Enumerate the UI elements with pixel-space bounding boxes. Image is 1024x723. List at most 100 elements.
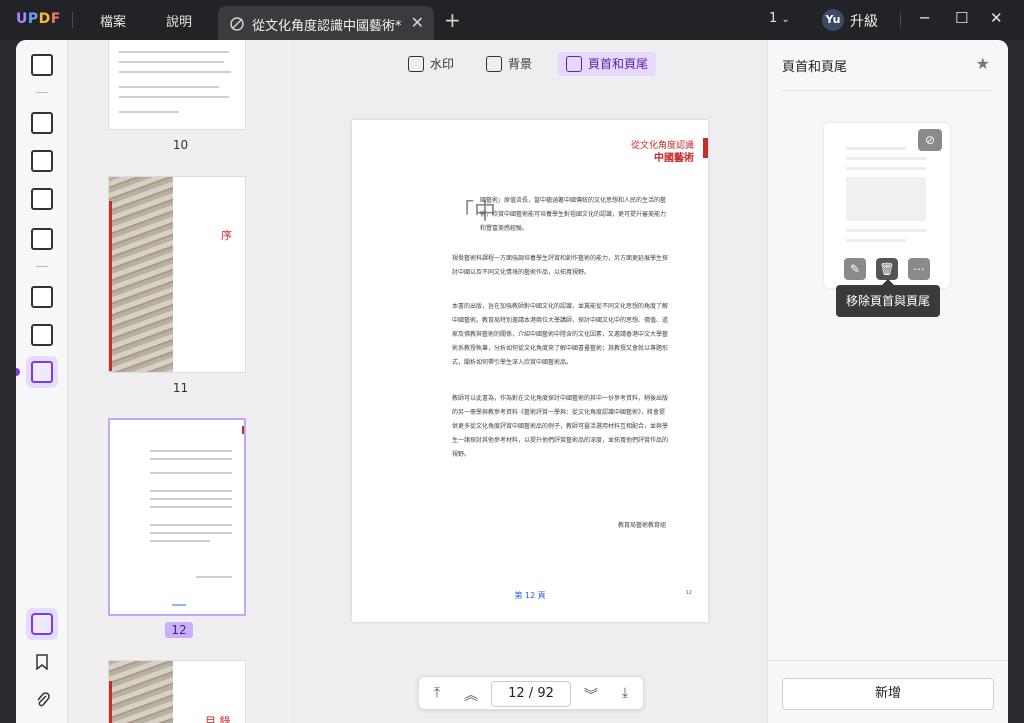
- upgrade-button[interactable]: 升級: [850, 11, 878, 31]
- chevron-down-icon: ⌄: [781, 14, 790, 25]
- thumb-text-line: [150, 458, 232, 460]
- document-viewer[interactable]: 水印 背景 頁首和頁尾 從文化角度認識 中國藝術 「中 國藝術」原值流長，當中蘊…: [294, 40, 766, 723]
- paragraph-4: 教師可以此書為，作為對在文化角度探討中國藝術的其中一份參考資料，稍後出版的另一冊…: [452, 395, 668, 458]
- thumb-page-number: [172, 604, 186, 606]
- previous-page-icon[interactable]: ︽: [461, 685, 481, 705]
- highlight-icon[interactable]: [31, 112, 53, 134]
- maximize-icon[interactable]: ☐: [955, 9, 968, 27]
- page-footer-small-number: 12: [685, 590, 692, 596]
- more-icon[interactable]: ⋯: [908, 258, 930, 280]
- thumb-text-line: [150, 540, 210, 542]
- reader-icon[interactable]: [31, 188, 53, 210]
- thumbnail-page-10[interactable]: [108, 40, 246, 130]
- thumb-text-line: [119, 71, 231, 73]
- thumb-text-line: [150, 450, 232, 452]
- thumb-text-line: [119, 51, 229, 53]
- thumb-text-line: [119, 96, 229, 98]
- first-page-icon[interactable]: ⤒: [427, 685, 447, 701]
- current-page: 12: [508, 686, 525, 701]
- header-footer-panel: 頁首和頁尾 ★ ⊘ ✎ 🗑 ⋯ 移除頁首與頁尾 新增: [767, 40, 1008, 723]
- paragraph-1: 國藝術」原值流長，當中蘊涵著中國傳統的文化思想和人民的生活的藝術，欣賞中國藝術能…: [480, 197, 667, 232]
- logo-d: D: [38, 11, 51, 27]
- tool-separator: [36, 266, 48, 267]
- new-tab-icon[interactable]: +: [444, 8, 461, 32]
- last-page-icon[interactable]: ⤓: [615, 685, 635, 701]
- tab-title: 從文化角度認識中國藝術*: [252, 19, 402, 34]
- trash-icon[interactable]: 🗑: [874, 256, 900, 282]
- form-icon[interactable]: [31, 228, 53, 250]
- organize-icon[interactable]: [31, 286, 53, 308]
- thumbnail-page-11[interactable]: 序: [108, 176, 246, 373]
- card-line: [846, 167, 926, 170]
- page-header-bar: [703, 138, 708, 158]
- document-tab[interactable]: 從文化角度認識中國藝術* ✕: [218, 6, 434, 40]
- watermark-tool-icon[interactable]: [31, 361, 53, 383]
- thumb-text-line: [150, 472, 232, 474]
- thumb-text-line: [119, 86, 219, 88]
- next-page-icon[interactable]: ︾: [581, 685, 601, 705]
- thumb-text-line: [119, 61, 224, 63]
- paragraph-2: 視覺藝術科課程一方面強調培養學生評賞和創作藝術的能力，另方面更延展學生探討中國以…: [452, 255, 668, 276]
- thumbnail-label-selected: 12: [165, 622, 193, 638]
- title-separator: [72, 12, 73, 28]
- panel-bottom-divider: [768, 660, 1008, 661]
- watermark-label: 水印: [430, 57, 455, 71]
- thumbnail-page-12[interactable]: [108, 418, 246, 616]
- add-button[interactable]: 新增: [782, 678, 994, 710]
- hide-icon[interactable]: ⊘: [918, 129, 942, 151]
- paragraph-3: 本書的出版，旨在加強教師對中國文化的認識，並冀能從不同文化思想的角度了解中國藝術…: [452, 303, 668, 366]
- thumbnail-label: 10: [172, 138, 189, 152]
- updf-logo[interactable]: UPDF: [16, 11, 61, 27]
- card-image-block: [846, 177, 926, 221]
- edit-icon[interactable]: [31, 150, 53, 172]
- thumbnail-panel[interactable]: 10 序 11 12 目 錄: [68, 40, 293, 723]
- header-footer-button[interactable]: 頁首和頁尾: [558, 52, 657, 76]
- left-toolbar: [16, 40, 68, 723]
- card-line: [846, 239, 906, 242]
- minimize-icon[interactable]: ─: [920, 9, 929, 27]
- layers-icon[interactable]: [31, 613, 53, 635]
- thumbnail-label: 11: [172, 381, 189, 395]
- window-count-value: 1: [769, 11, 778, 26]
- thumb-title: 目 錄: [205, 715, 231, 723]
- panel-title: 頁首和頁尾: [782, 60, 848, 75]
- page-footer-number: 第 12 頁: [514, 591, 546, 600]
- card-line: [846, 157, 926, 160]
- star-icon[interactable]: ★: [976, 54, 990, 73]
- attachment-icon[interactable]: [36, 692, 50, 708]
- page-header-line2: 中國藝術: [654, 153, 694, 164]
- document-icon[interactable]: [31, 54, 53, 76]
- page-separator: /: [528, 686, 534, 701]
- card-line: [846, 229, 926, 232]
- tool-separator: [36, 92, 48, 93]
- page-number-input[interactable]: 12 / 92: [491, 681, 571, 707]
- header-footer-icon: [566, 56, 582, 72]
- pdf-page[interactable]: 從文化角度認識 中國藝術 「中 國藝術」原值流長，當中蘊涵著中國傳統的文化思想和…: [352, 120, 708, 622]
- crop-icon[interactable]: [31, 324, 53, 346]
- pencil-icon[interactable]: ✎: [844, 258, 866, 280]
- background-button[interactable]: 背景: [478, 52, 540, 76]
- thumb-text-line: [150, 532, 232, 534]
- logo-u: U: [16, 11, 28, 27]
- avatar[interactable]: Yu: [822, 9, 844, 31]
- page-navigation: ⤒ ︽ 12 / 92 ︾ ⤓: [418, 676, 644, 710]
- window-count[interactable]: 1 ⌄: [769, 11, 790, 26]
- thumb-text-line: [150, 524, 232, 526]
- bookmark-icon[interactable]: [36, 654, 48, 670]
- signature: 教育局藝術教育組: [617, 522, 666, 529]
- watermark-button[interactable]: 水印: [400, 52, 462, 76]
- thumb-red-bar: [109, 201, 112, 371]
- close-tab-icon[interactable]: ✕: [411, 13, 424, 32]
- close-window-icon[interactable]: ✕: [990, 9, 1003, 27]
- thumbnail-page-13[interactable]: 目 錄: [108, 660, 246, 723]
- thumb-red-bar: [242, 426, 244, 434]
- title-bar: UPDF 檔案 說明 從文化角度認識中國藝術* ✕ + 1 ⌄ Yu 升級 ─ …: [0, 0, 1024, 40]
- menu-file[interactable]: 檔案: [100, 11, 126, 30]
- menu-help[interactable]: 說明: [166, 11, 192, 30]
- remove-header-footer-tooltip: 移除頁首與頁尾: [836, 279, 940, 317]
- header-footer-template-card[interactable]: ⊘ ✎ 🗑 ⋯: [824, 123, 950, 288]
- logo-p: P: [27, 11, 39, 27]
- thumb-text-line: [119, 111, 179, 113]
- watermark-icon: [408, 56, 424, 72]
- logo-f: F: [50, 11, 61, 27]
